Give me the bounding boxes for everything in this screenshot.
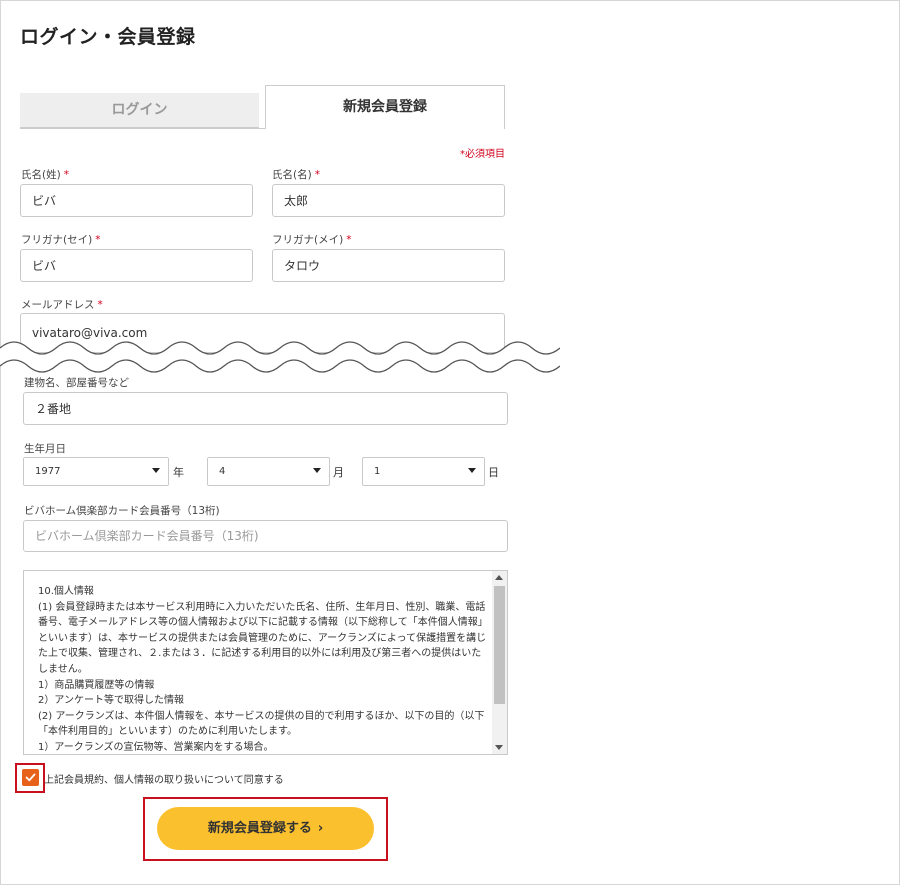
building-input[interactable]: [23, 392, 508, 425]
required-mark: *: [314, 169, 320, 181]
first-name-label: 氏名(名) *: [272, 167, 320, 182]
agree-checkbox[interactable]: [22, 769, 39, 786]
terms-line: 10.個人情報: [38, 586, 94, 597]
birth-month-value: 4: [219, 466, 226, 477]
terms-line: (2) アークランズは、本件個人情報を、本サービスの提供の目的で利用するほか、以…: [38, 710, 485, 738]
page-title: ログイン・会員登録: [20, 26, 196, 48]
register-submit-button[interactable]: 新規会員登録する ›: [157, 807, 374, 850]
year-unit: 年: [173, 466, 184, 479]
last-name-label: 氏名(姓) *: [21, 167, 69, 182]
birth-day-value: 1: [374, 466, 381, 477]
terms-line: (1) 会員登録時または本サービス利用時に入力いただいた氏名、住所、生年月日、性…: [38, 601, 488, 675]
check-icon: [25, 773, 36, 782]
agree-label[interactable]: 上記会員規約、個人情報の取り扱いについて同意する: [44, 771, 284, 786]
birth-year-value: 1977: [35, 466, 61, 477]
terms-line: 1）商品購買履歴等の情報: [38, 679, 155, 691]
email-label-text: メールアドレス: [21, 299, 95, 311]
terms-line: 1）アークランズの宣伝物等、営業案内をする場合。: [38, 741, 274, 753]
chevron-right-icon: ›: [317, 821, 324, 836]
chevron-down-icon: [313, 468, 321, 473]
month-unit: 月: [333, 466, 344, 479]
member-card-label: ビバホーム倶楽部カード会員番号（13桁): [24, 505, 220, 517]
scroll-down-arrow-icon[interactable]: [495, 745, 503, 750]
tab-register[interactable]: 新規会員登録: [265, 85, 505, 129]
last-kana-label-text: フリガナ(セイ): [21, 234, 93, 246]
required-note: *必須項目: [460, 149, 505, 160]
last-name-label-text: 氏名(姓): [21, 169, 61, 181]
birth-month-select[interactable]: 4: [207, 457, 330, 486]
first-name-label-text: 氏名(名): [272, 169, 312, 181]
birthdate-label: 生年月日: [24, 443, 66, 455]
last-kana-label: フリガナ(セイ) *: [21, 232, 100, 247]
required-mark: *: [346, 234, 352, 246]
email-label: メールアドレス *: [21, 297, 103, 312]
last-kana-input[interactable]: [20, 249, 253, 282]
required-mark: *: [95, 234, 101, 246]
scroll-up-arrow-icon[interactable]: [495, 575, 503, 580]
last-name-input[interactable]: [20, 184, 253, 217]
birth-day-select[interactable]: 1: [362, 457, 485, 486]
first-kana-label-text: フリガナ(メイ): [272, 234, 344, 246]
terms-content: 10.個人情報 (1) 会員登録時または本サービス利用時に入力いただいた氏名、住…: [38, 584, 488, 754]
required-mark: *: [63, 169, 69, 181]
tab-active-gap: [266, 128, 504, 130]
scroll-thumb[interactable]: [494, 586, 505, 704]
day-unit: 日: [488, 466, 499, 479]
first-name-input[interactable]: [272, 184, 505, 217]
birth-year-select[interactable]: 1977: [23, 457, 169, 486]
building-label: 建物名、部屋番号など: [24, 377, 129, 389]
terms-line: 2）アンケート等で取得した情報: [38, 695, 184, 707]
first-kana-label: フリガナ(メイ) *: [272, 232, 351, 247]
first-kana-input[interactable]: [272, 249, 505, 282]
chevron-down-icon: [152, 468, 160, 473]
tab-login[interactable]: ログイン: [20, 93, 259, 128]
register-submit-label: 新規会員登録する: [207, 821, 312, 836]
cut-separator: [0, 341, 560, 373]
required-mark: *: [97, 299, 103, 311]
terms-box[interactable]: 10.個人情報 (1) 会員登録時または本サービス利用時に入力いただいた氏名、住…: [23, 570, 508, 755]
member-card-input[interactable]: [23, 520, 508, 552]
terms-scrollbar[interactable]: [492, 571, 507, 754]
chevron-down-icon: [468, 468, 476, 473]
